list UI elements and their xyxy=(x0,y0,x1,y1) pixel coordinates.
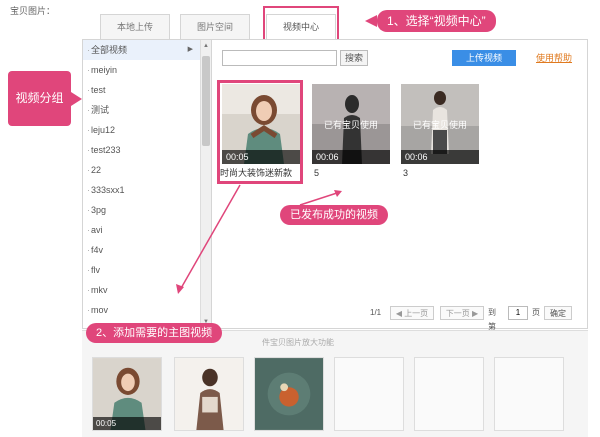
tab-image-space[interactable]: 图片空间 xyxy=(180,14,250,41)
group-item-label: leju12 xyxy=(91,125,116,135)
prev-page-button[interactable]: ◀ 上一页 xyxy=(390,306,434,320)
group-item-label: 22 xyxy=(91,165,102,175)
help-link[interactable]: 使用帮助 xyxy=(536,51,572,64)
group-item-label: meiyin xyxy=(91,65,118,75)
video-thumbnail[interactable]: 已有宝贝使用 00:06 xyxy=(401,84,479,164)
main-image-slot-empty[interactable] xyxy=(494,357,564,431)
group-item[interactable]: ·22 xyxy=(83,160,211,180)
scroll-thumb[interactable] xyxy=(202,56,210,146)
upload-video-button[interactable]: 上传视频 xyxy=(452,50,516,66)
goto-prefix: 到第 xyxy=(488,308,496,331)
video-title: 时尚大装饰迷新款 xyxy=(220,168,293,178)
group-item-label: 333sxx1 xyxy=(91,185,125,195)
group-item-label: test xyxy=(91,85,106,95)
group-item-label: avi xyxy=(91,225,103,235)
page-info: 1/1 xyxy=(370,308,382,317)
search-input[interactable] xyxy=(222,50,337,66)
video-duration: 00:06 xyxy=(312,150,390,164)
video-main-panel: 搜索 上传视频 使用帮助 00:05 时尚大装饰迷新款 已有宝贝使用 00:06… xyxy=(212,39,588,331)
group-item[interactable]: ·flv xyxy=(83,260,211,280)
confirm-page-button[interactable]: 确定 xyxy=(544,306,572,320)
group-item[interactable]: ·3pg xyxy=(83,200,211,220)
field-label: 宝贝图片： xyxy=(10,6,56,16)
search-button[interactable]: 搜索 xyxy=(340,50,368,66)
chevron-right-icon: ▶ xyxy=(187,46,193,53)
group-item[interactable]: ·avi xyxy=(83,220,211,240)
group-item-all[interactable]: ·全部视频 ▶ xyxy=(83,40,211,60)
video-title: 5 xyxy=(314,168,320,178)
main-image-slot-empty[interactable] xyxy=(334,357,404,431)
tab-local-upload[interactable]: 本地上传 xyxy=(100,14,170,41)
page-number-input[interactable] xyxy=(508,306,528,320)
video-used-label: 已有宝贝使用 xyxy=(412,120,467,130)
main-image-slot[interactable]: 00:05 xyxy=(92,357,162,431)
group-item[interactable]: ·mov xyxy=(83,300,211,320)
group-item[interactable]: ·meiyin xyxy=(83,60,211,80)
next-page-button[interactable]: 下一页 ▶ xyxy=(440,306,484,320)
group-item-label: flv xyxy=(91,265,100,275)
group-item[interactable]: ·leju12 xyxy=(83,120,211,140)
video-duration: 00:06 xyxy=(401,150,479,164)
slot-preview-image xyxy=(175,358,243,430)
step1-arrow xyxy=(365,15,377,27)
group-item[interactable]: ·test233 xyxy=(83,140,211,160)
group-item-label: 测试 xyxy=(91,105,110,115)
group-item[interactable]: ·mkv xyxy=(83,280,211,300)
bottom-hint: 件宝贝图片放大功能 xyxy=(262,338,334,347)
slot-preview-image xyxy=(255,358,323,430)
group-item-label: 3pg xyxy=(91,205,107,215)
step2-annotation: 2、添加需要的主图视频 xyxy=(86,323,223,343)
group-item-label: mkv xyxy=(91,285,108,295)
step1-annotation: 1、选择“视频中心” xyxy=(377,10,496,32)
video-used-label: 已有宝贝使用 xyxy=(323,120,378,130)
group-item[interactable]: ·test xyxy=(83,80,211,100)
group-item-label: 全部视频 xyxy=(91,45,128,55)
main-image-slot-empty[interactable] xyxy=(414,357,484,431)
group-item-label: test233 xyxy=(91,145,121,155)
main-image-slot[interactable] xyxy=(254,357,324,431)
goto-suffix: 页 xyxy=(532,308,540,317)
slot-duration: 00:05 xyxy=(93,417,161,430)
video-group-list: ·全部视频 ▶ ·meiyin ·test ·测试 ·leju12 ·test23… xyxy=(83,40,211,320)
video-thumbnail[interactable]: 已有宝贝使用 00:06 xyxy=(312,84,390,164)
group-item[interactable]: ·f4v xyxy=(83,240,211,260)
group-annotation: 视频分组 xyxy=(8,71,71,126)
main-image-slots-area: 件宝贝图片放大功能 00:05 xyxy=(82,330,588,437)
published-annotation: 已发布成功的视频 xyxy=(280,205,388,225)
main-image-slot[interactable] xyxy=(174,357,244,431)
video-title: 3 xyxy=(403,168,409,178)
group-item[interactable]: ·333sxx1 xyxy=(83,180,211,200)
group-scrollbar[interactable]: ▲ ▼ xyxy=(200,40,211,328)
group-annotation-arrow xyxy=(71,92,82,106)
video-group-panel: ·全部视频 ▶ ·meiyin ·test ·测试 ·leju12 ·test23… xyxy=(82,39,212,329)
group-item-label: f4v xyxy=(91,245,104,255)
group-item[interactable]: ·测试 xyxy=(83,100,211,120)
scroll-up-icon[interactable]: ▲ xyxy=(203,43,209,49)
group-item-label: mov xyxy=(91,305,109,315)
